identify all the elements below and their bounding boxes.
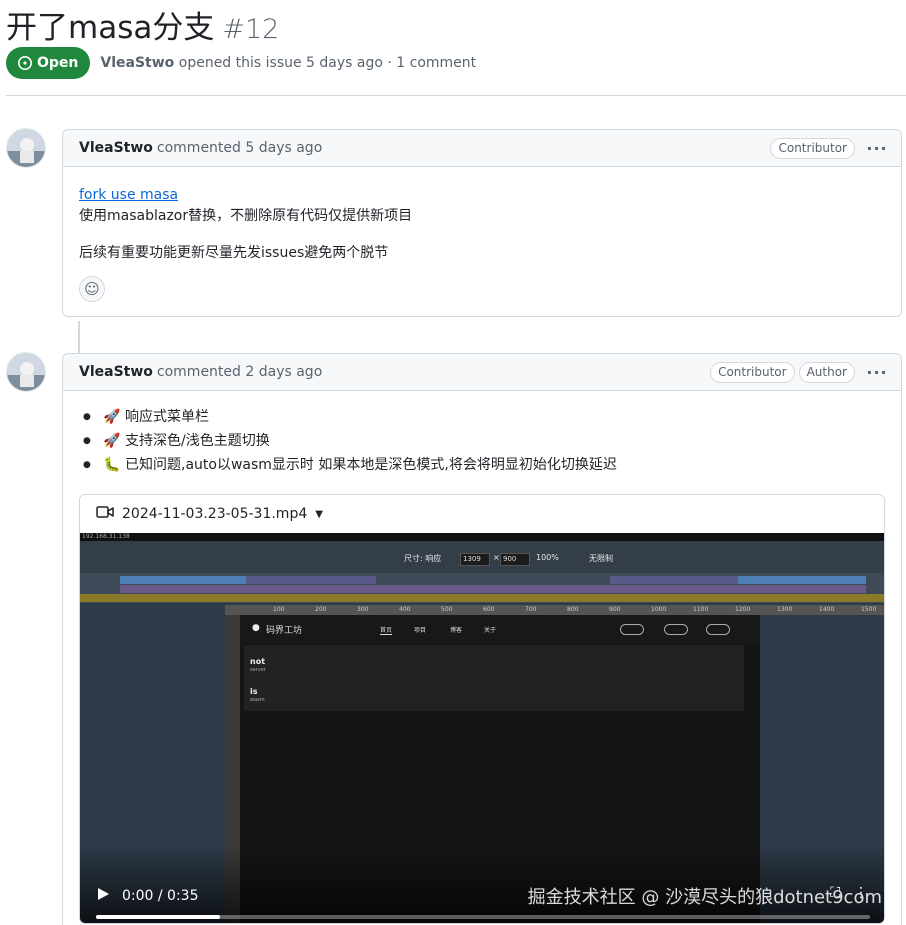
ruler-label: 700 <box>525 606 537 613</box>
issue-opened-icon <box>17 55 33 71</box>
comment-time[interactable]: commented 2 days ago <box>157 364 322 380</box>
ruler-label: 200 <box>315 606 327 613</box>
video-screen-urlbar: 192.168.31.138 <box>80 533 884 541</box>
comment-header-actions: Contributor ··· <box>770 138 889 159</box>
avatar[interactable] <box>6 128 46 168</box>
video-app-card: not server is wasm <box>244 645 744 711</box>
smiley-icon[interactable]: ☺ <box>79 276 105 302</box>
ruler-label: 900 <box>609 606 621 613</box>
video-progress-fill <box>96 915 220 919</box>
video-player[interactable]: 192.168.31.138 尺寸: 响应 1309 × 900 100% 无限… <box>80 533 884 923</box>
ruler-label: 1200 <box>735 606 751 613</box>
state-label: Open <box>37 55 79 71</box>
list-item: 🐛已知问题,auto以wasm显示时 如果本地是深色模式,将会将明显初始化切换延… <box>83 453 885 477</box>
video-app-header: ● 码界工坊 首页 项目 博客 关于 <box>240 615 760 643</box>
card-sub: server <box>250 667 266 673</box>
app-nav-item: 关于 <box>484 627 497 634</box>
comment-body: fork use masa 使用masablazor替换，不删除原有代码仅提供新… <box>63 167 901 316</box>
issue-meta: Open VleaStwo opened this issue 5 days a… <box>6 47 476 79</box>
comment-card: VleaStwo commented 5 days ago Contributo… <box>62 129 902 317</box>
comment-line: 使用masablazor替换，不删除原有代码仅提供新项目 <box>79 208 413 224</box>
timeline-line <box>78 321 80 353</box>
bug-icon: 🐛 <box>103 457 121 473</box>
author-label: Author <box>798 362 855 383</box>
comment-header: VleaStwo commented 5 days ago Contributo… <box>63 130 901 167</box>
screen-zoom: 100% <box>536 553 559 562</box>
video-file-header[interactable]: 2024-11-03.23-05-31.mp4 ▼ <box>80 495 884 533</box>
watermark: 掘金技术社区 @ 沙漠尽头的狼dotnet9com <box>527 887 882 908</box>
play-icon[interactable] <box>96 887 110 905</box>
video-file-name: 2024-11-03.23-05-31.mp4 <box>122 506 308 522</box>
kebab-icon[interactable]: ··· <box>865 139 889 158</box>
list-item: 🚀支持深色/浅色主题切换 <box>83 429 885 453</box>
avatar[interactable] <box>6 352 46 392</box>
feature-list: 🚀响应式菜单栏 🚀支持深色/浅色主题切换 🐛已知问题,auto以wasm显示时 … <box>79 405 885 477</box>
video-controls: 0:00 / 0:35 <box>96 887 199 905</box>
issue-number: #12 <box>222 14 280 45</box>
comment-card: VleaStwo commented 2 days ago Contributo… <box>62 353 902 925</box>
ruler-label: 600 <box>483 606 495 613</box>
card-title: is <box>250 687 258 696</box>
issue-meta-text: VleaStwo opened this issue 5 days ago · … <box>100 55 476 71</box>
github-icon: ● <box>252 623 260 633</box>
video-screen-ruler: 100 200 300 400 500 600 700 800 900 1000… <box>225 605 884 615</box>
comment-header-actions: Contributor Author ··· <box>710 362 889 383</box>
rocket-icon: 🚀 <box>103 433 121 449</box>
video-screen-media-bands <box>80 573 884 603</box>
list-item-text: 已知问题,auto以wasm显示时 如果本地是深色模式,将会将明显初始化切换延迟 <box>125 457 617 473</box>
screen-height-value: 900 <box>500 553 530 566</box>
ruler-label: 400 <box>399 606 411 613</box>
rocket-icon: 🚀 <box>103 409 121 425</box>
card-sub: wasm <box>250 697 265 703</box>
ruler-label: 1400 <box>819 606 835 613</box>
ruler-label: 1000 <box>651 606 667 613</box>
comment-header: VleaStwo commented 2 days ago Contributo… <box>63 354 901 391</box>
ruler-label: 300 <box>357 606 369 613</box>
ruler-label: 800 <box>567 606 579 613</box>
ruler-label: 1300 <box>777 606 793 613</box>
caret-down-icon: ▼ <box>315 508 323 520</box>
header-divider <box>6 95 906 96</box>
comment-body: 🚀响应式菜单栏 🚀支持深色/浅色主题切换 🐛已知问题,auto以wasm显示时 … <box>63 391 901 491</box>
ruler-label: 100 <box>273 606 285 613</box>
kebab-icon[interactable]: ··· <box>865 363 889 382</box>
video-attachment: 2024-11-03.23-05-31.mp4 ▼ 192.168.31.138… <box>79 494 885 924</box>
video-time: 0:00 / 0:35 <box>122 888 199 904</box>
app-name: 码界工坊 <box>266 626 303 636</box>
contributor-label: Contributor <box>710 362 795 383</box>
issue-meta-desc: opened this issue 5 days ago · 1 comment <box>178 55 477 71</box>
screen-throttle: 无限制 <box>589 554 613 563</box>
theme-toggle-icon <box>664 624 688 635</box>
times-icon: × <box>493 553 500 562</box>
comment-author[interactable]: VleaStwo <box>79 364 153 380</box>
screen-size-label: 尺寸: 响应 <box>404 554 442 563</box>
issue-header: 开了masa分支 #12 <box>6 2 279 47</box>
ruler-label: 500 <box>441 606 453 613</box>
video-screen-devtools-bar: 尺寸: 响应 1309 × 900 100% 无限制 <box>80 541 884 573</box>
list-item: 🚀响应式菜单栏 <box>83 405 885 429</box>
issue-title: 开了masa分支 <box>6 10 215 46</box>
fork-link[interactable]: fork use masa <box>79 187 178 203</box>
comment-author[interactable]: VleaStwo <box>79 140 153 156</box>
ruler-label: 1100 <box>693 606 709 613</box>
video-icon <box>96 505 114 523</box>
contributor-label: Contributor <box>770 138 855 159</box>
screen-width-value: 1309 <box>460 553 490 566</box>
card-title: not <box>250 657 266 666</box>
app-nav-item: 项目 <box>414 627 427 634</box>
state-badge: Open <box>6 47 91 79</box>
app-nav-item: 博客 <box>450 627 463 634</box>
list-item-text: 响应式菜单栏 <box>125 409 209 425</box>
list-item-text: 支持深色/浅色主题切换 <box>125 433 270 449</box>
theme-toggle-icon <box>706 624 730 635</box>
issue-author-link[interactable]: VleaStwo <box>100 55 174 71</box>
screen-ip: 192.168.31.138 <box>82 533 130 540</box>
ruler-label: 1500 <box>861 606 877 613</box>
comment-line: 后续有重要功能更新尽量先发issues避免两个脱节 <box>79 245 389 261</box>
app-nav-item: 首页 <box>380 627 393 635</box>
theme-toggle-icon <box>620 624 644 635</box>
video-progress-bar[interactable] <box>96 915 870 919</box>
comment-time[interactable]: commented 5 days ago <box>157 140 322 156</box>
